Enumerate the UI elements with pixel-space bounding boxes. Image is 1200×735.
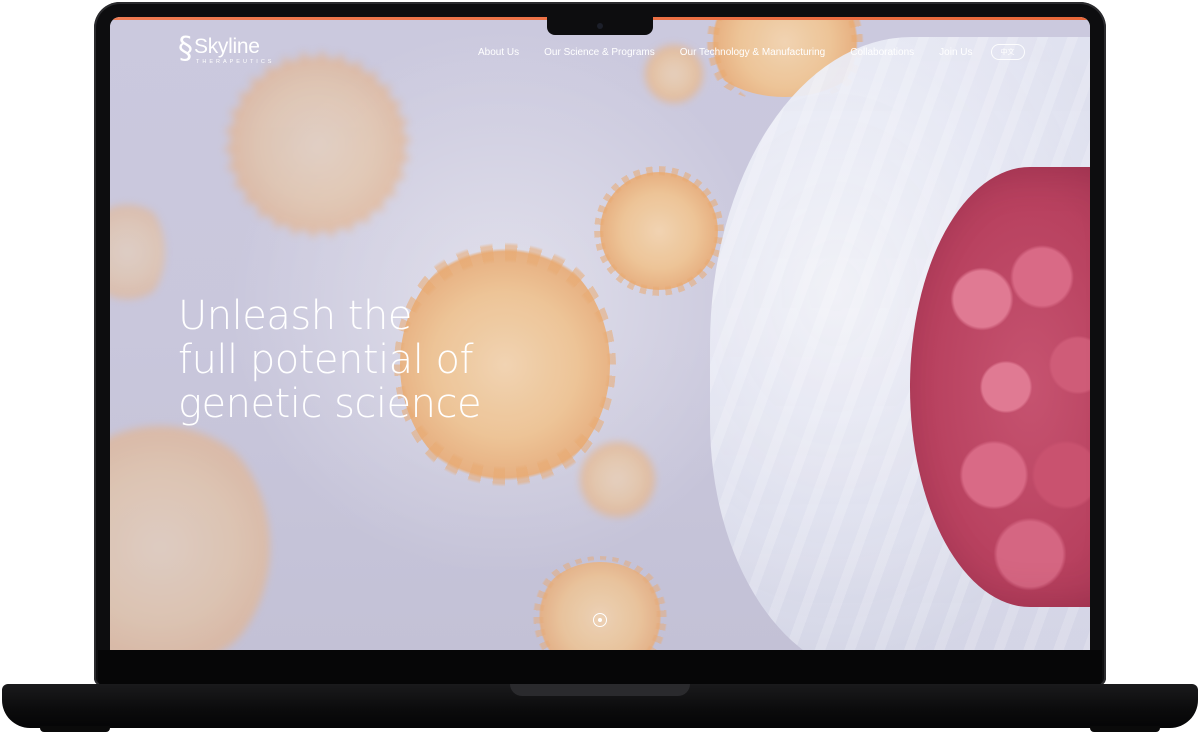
camera-notch <box>547 17 653 35</box>
hero-headline-line: Unleash the <box>178 293 412 339</box>
camera-icon <box>597 23 603 29</box>
hero-headline: Unleash the full potential of genetic sc… <box>178 293 482 427</box>
laptop-foot <box>40 726 110 732</box>
slider-dot-active <box>598 618 602 622</box>
laptop-hinge <box>510 684 690 696</box>
virus-particle-decoration <box>580 442 655 517</box>
main-menu: About Us Our Science & Programs Our Tech… <box>478 44 1025 60</box>
brand-subtitle: THERAPEUTICS <box>196 59 275 65</box>
slider-dot-icon[interactable] <box>593 613 607 627</box>
nav-item-join-us[interactable]: Join Us <box>939 47 972 58</box>
laptop-mockup: § Skyline THERAPEUTICS About Us Our Scie… <box>0 0 1200 735</box>
brand-name: Skyline <box>194 35 260 58</box>
virus-particle-decoration <box>535 562 665 650</box>
nav-item-about-us[interactable]: About Us <box>478 47 519 58</box>
laptop-foot <box>1090 726 1160 732</box>
laptop-screen: § Skyline THERAPEUTICS About Us Our Scie… <box>110 17 1090 650</box>
skyline-helix-logo-icon: § <box>178 31 193 66</box>
nav-item-technology-manufacturing[interactable]: Our Technology & Manufacturing <box>680 47 825 58</box>
virus-particle-decoration <box>600 172 718 290</box>
hero-headline-line: full potential of <box>178 337 474 383</box>
nav-item-collaborations[interactable]: Collaborations <box>850 47 914 58</box>
nav-item-science-programs[interactable]: Our Science & Programs <box>544 47 655 58</box>
hero-headline-line: genetic science <box>178 381 482 427</box>
laptop-screen-chin <box>98 650 1102 686</box>
language-toggle-button[interactable]: 中文 <box>990 44 1025 60</box>
